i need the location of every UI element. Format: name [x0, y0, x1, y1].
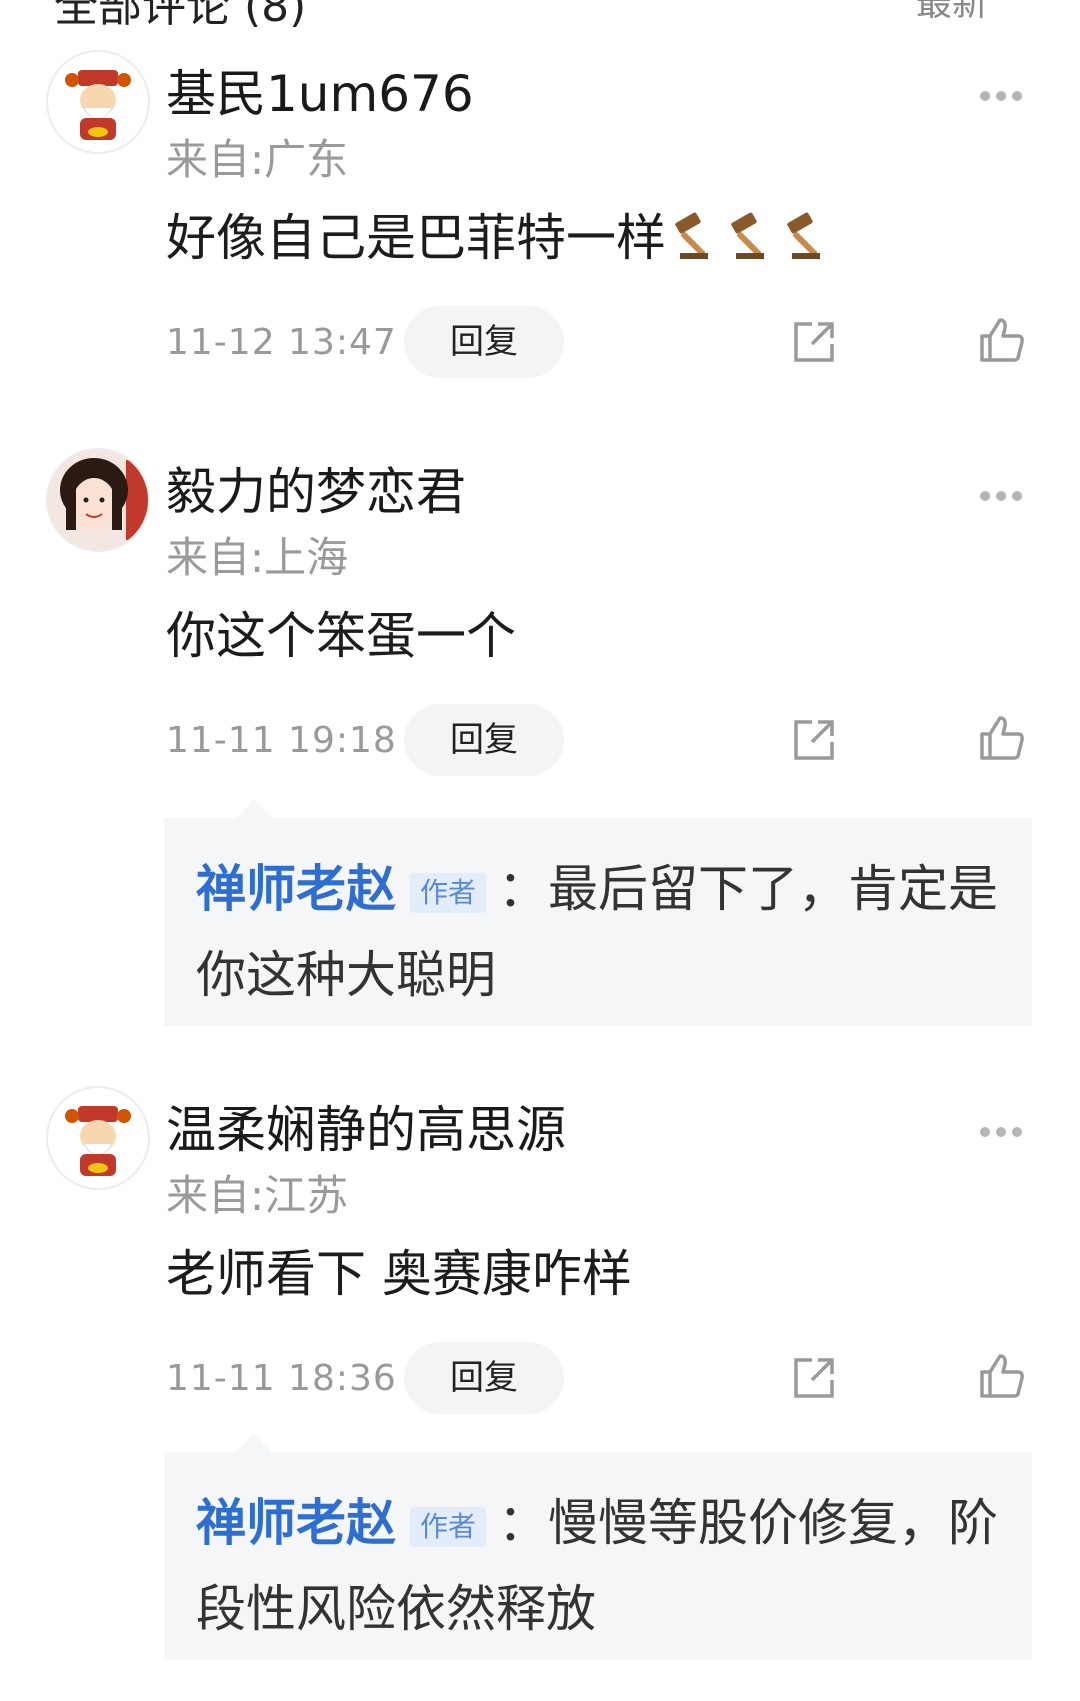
hammer-emoji-icon [787, 212, 820, 259]
username[interactable]: 温柔娴静的高思源 [166, 1090, 566, 1162]
comment-text: 你这个笨蛋一个 [166, 607, 516, 665]
share-icon[interactable] [790, 716, 838, 764]
username[interactable]: 毅力的梦恋君 [166, 452, 466, 524]
share-icon[interactable] [790, 1354, 838, 1402]
user-location: 来自:上海 [166, 533, 349, 582]
comments-title: 全部评论 (8) [54, 0, 307, 28]
caishen-avatar[interactable] [46, 1086, 150, 1190]
author-badge: 作者 [410, 1506, 487, 1547]
user-location: 来自:江苏 [166, 1171, 349, 1220]
hammer-emoji-icon [675, 212, 708, 259]
username[interactable]: 基民1um676 [166, 54, 474, 126]
hammer-emoji-icon [731, 212, 764, 259]
author-name[interactable]: 禅师老赵 [196, 860, 396, 918]
more-options-icon[interactable] [980, 86, 1030, 101]
comment-text: 老师看下 奥赛康咋样 [166, 1245, 632, 1303]
comment-time: 11-11 18:36 [166, 1358, 397, 1399]
share-icon[interactable] [790, 318, 838, 366]
reply-pointer [236, 800, 272, 818]
reply-button[interactable]: 回复 [404, 704, 564, 776]
reply-pointer [236, 1434, 272, 1452]
reply-button[interactable]: 回复 [404, 1342, 564, 1414]
author-reply-box[interactable]: 禅师老赵 作者 ：最后留下了，肯定是你这种大聪明 [164, 800, 1032, 1026]
author-name[interactable]: 禅师老赵 [196, 1494, 396, 1552]
thumbs-up-icon[interactable] [978, 316, 1026, 364]
more-options-icon[interactable] [980, 1122, 1030, 1137]
girl-photo-avatar[interactable] [46, 448, 150, 552]
comments-header: 全部评论 (8) 最新 [0, 0, 1080, 28]
author-badge: 作者 [410, 872, 487, 913]
caishen-avatar[interactable] [46, 50, 150, 154]
thumbs-up-icon[interactable] [978, 1352, 1026, 1400]
author-reply-box[interactable]: 禅师老赵 作者 ：慢慢等股价修复，阶段性风险依然释放 [164, 1434, 1032, 1660]
thumbs-up-icon[interactable] [978, 714, 1026, 762]
more-options-icon[interactable] [980, 486, 1030, 501]
reply-button[interactable]: 回复 [404, 306, 564, 378]
comment-time: 11-11 19:18 [166, 720, 397, 761]
user-location: 来自:广东 [166, 135, 349, 184]
comment-text: 好像自己是巴菲特一样 [166, 198, 834, 270]
sort-latest-button[interactable]: 最新 [916, 0, 988, 26]
comment-time: 11-12 13:47 [166, 322, 397, 363]
comment-text-body: 好像自己是巴菲特一样 [166, 209, 666, 267]
